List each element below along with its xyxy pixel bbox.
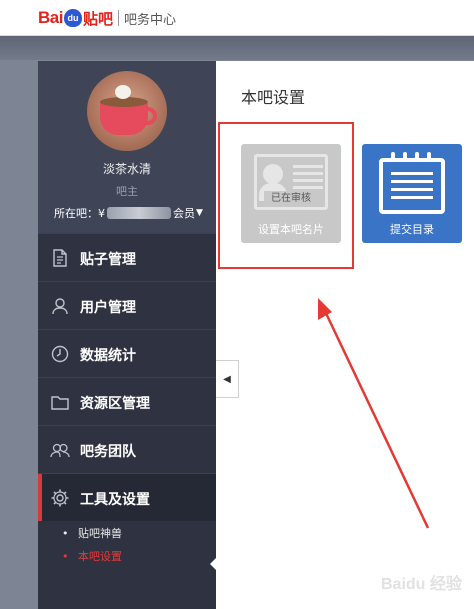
annotation-arrow-icon xyxy=(318,298,430,529)
baidu-jingyan-watermark: Baidu 经验 xyxy=(381,576,462,593)
